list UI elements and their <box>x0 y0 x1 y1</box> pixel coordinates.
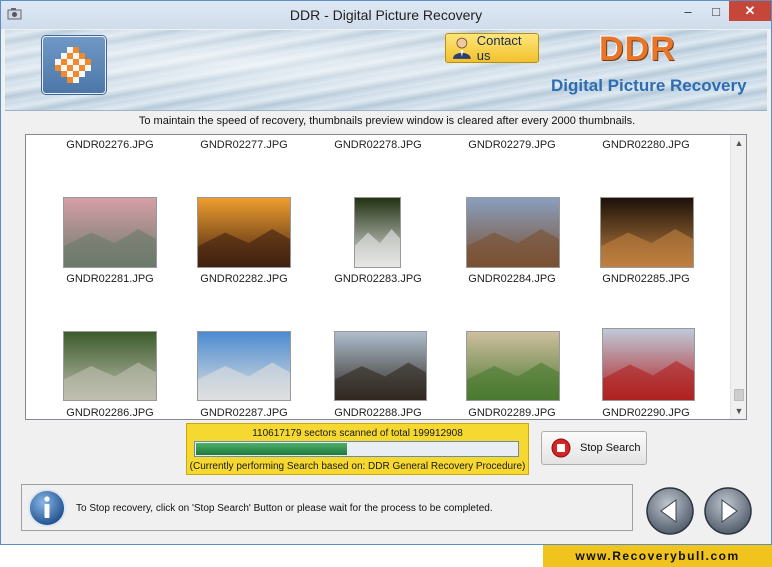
thumbnail-filename: GNDR02288.JPG <box>334 407 422 419</box>
person-icon <box>452 37 471 59</box>
maximize-button[interactable]: □ <box>703 1 729 21</box>
website-banner: www.Recoverybull.com <box>543 545 772 567</box>
minimize-button[interactable]: – <box>673 1 703 21</box>
thumbnail-filename: GNDR02285.JPG <box>602 273 690 285</box>
thumbnail-filename: GNDR02283.JPG <box>334 273 422 285</box>
back-button[interactable] <box>645 486 695 536</box>
thumbnail-image-restaurant[interactable] <box>600 197 694 268</box>
stop-search-label: Stop Search <box>580 442 641 454</box>
progress-bar-fill <box>196 443 347 455</box>
thumbnail-filename: GNDR02290.JPG <box>602 407 690 419</box>
scroll-up-icon[interactable]: ▲ <box>731 135 746 151</box>
thumbnail-image-garden[interactable] <box>63 331 157 401</box>
thumbnail-filename: GNDR02284.JPG <box>468 273 556 285</box>
thumbnail-filename: GNDR02278.JPG <box>334 139 422 151</box>
thumbnail-notice: To maintain the speed of recovery, thumb… <box>138 115 636 127</box>
stop-search-button[interactable]: Stop Search <box>541 431 647 465</box>
thumbnail-image-skyline[interactable] <box>334 331 427 401</box>
app-logo <box>42 36 106 94</box>
thumbnail-filename: GNDR02286.JPG <box>66 407 154 419</box>
website-url: www.Recoverybull.com <box>575 549 740 563</box>
title-bar: DDR - Digital Picture Recovery – □ ✕ <box>1 1 771 29</box>
close-button[interactable]: ✕ <box>729 1 771 21</box>
contact-us-label: Contact us <box>476 33 522 63</box>
scrollbar-thumb[interactable] <box>734 389 744 401</box>
thumbnail-image-town[interactable] <box>466 331 560 401</box>
scan-progress-panel: 110617179 sectors scanned of total 19991… <box>186 423 529 475</box>
progress-bar <box>194 441 519 457</box>
status-panel: To Stop recovery, click on 'Stop Search'… <box>21 484 633 531</box>
thumbnail-grid: GNDR02276.JPG GNDR02277.JPG GNDR02278.JP… <box>26 135 730 419</box>
thumbnail-filename: GNDR02276.JPG <box>66 139 154 151</box>
thumbnail-filename: GNDR02281.JPG <box>66 273 154 285</box>
app-window: DDR - Digital Picture Recovery – □ ✕ Con… <box>0 0 772 545</box>
product-subtitle: Digital Picture Recovery <box>551 76 747 95</box>
thumbnail-filename: GNDR02279.JPG <box>468 139 556 151</box>
header-banner: Contact us DDR Digital Picture Recovery <box>5 30 767 111</box>
stop-icon <box>551 438 571 458</box>
contact-us-button[interactable]: Contact us <box>445 33 539 63</box>
info-icon <box>28 489 66 527</box>
thumbnail-filename: GNDR02280.JPG <box>602 139 690 151</box>
thumbnail-filename: GNDR02277.JPG <box>200 139 288 151</box>
thumbnail-image-person[interactable] <box>354 197 401 268</box>
thumbnail-filename: GNDR02282.JPG <box>200 273 288 285</box>
ddr-brand-logo: DDR <box>599 30 676 68</box>
search-mode-text: (Currently performing Search based on: D… <box>189 461 526 472</box>
thumbnail-image-building[interactable] <box>63 197 157 268</box>
thumbnail-filename: GNDR02289.JPG <box>468 407 556 419</box>
thumbnail-preview-pane: GNDR02276.JPG GNDR02277.JPG GNDR02278.JP… <box>25 134 747 420</box>
scroll-down-icon[interactable]: ▼ <box>731 403 746 419</box>
thumbnail-image-sunset[interactable] <box>197 197 291 268</box>
thumbnail-image-modern-building[interactable] <box>197 331 291 401</box>
thumbnail-filename: GNDR02287.JPG <box>200 407 288 419</box>
thumbnail-image-mountains[interactable] <box>466 197 560 268</box>
sectors-scanned-text: 110617179 sectors scanned of total 19991… <box>252 428 463 439</box>
next-button[interactable] <box>703 486 753 536</box>
status-message: To Stop recovery, click on 'Stop Search'… <box>76 503 493 514</box>
window-title: DDR - Digital Picture Recovery <box>289 7 483 23</box>
thumbnail-image-cable-car[interactable] <box>602 328 695 401</box>
vertical-scrollbar[interactable]: ▲ ▼ <box>730 135 746 419</box>
checker-logo-icon <box>55 47 91 83</box>
